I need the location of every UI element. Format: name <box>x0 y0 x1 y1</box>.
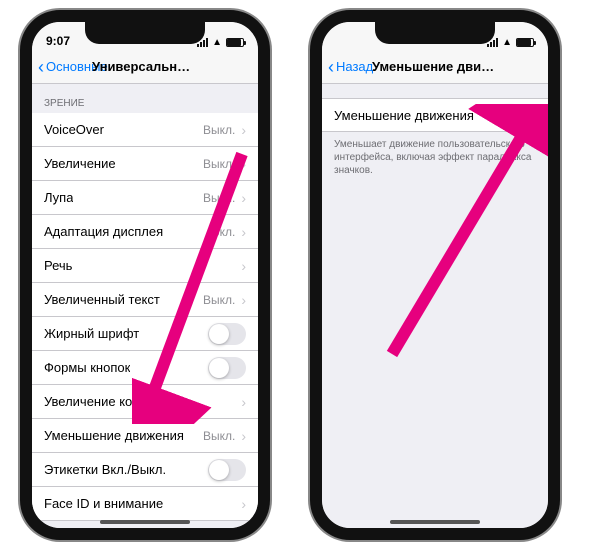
chevron-left-icon: ‹ <box>328 58 334 76</box>
chevron-right-icon: › <box>241 156 246 172</box>
row-button-shapes[interactable]: Формы кнопок <box>32 351 258 385</box>
section-vision: ЗРЕНИЕ <box>32 84 258 113</box>
footer-description: Уменьшает движение пользовательского инт… <box>322 132 548 183</box>
chevron-right-icon: › <box>241 394 246 410</box>
row-magnifier[interactable]: Лупа Выкл.› <box>32 181 258 215</box>
chevron-right-icon: › <box>241 428 246 444</box>
content[interactable]: ЗРЕНИЕ VoiceOver Выкл.› Увеличение Выкл.… <box>32 84 258 528</box>
battery-icon <box>226 38 244 47</box>
home-indicator[interactable] <box>100 520 190 524</box>
row-display[interactable]: Адаптация дисплея Вкл.› <box>32 215 258 249</box>
row-speech[interactable]: Речь › <box>32 249 258 283</box>
back-label: Назад <box>336 59 373 74</box>
toggle[interactable] <box>208 357 246 379</box>
row-zoom[interactable]: Увеличение Выкл.› <box>32 147 258 181</box>
status-icons: ▲ <box>197 37 244 48</box>
phone-right: ▲ ‹ Назад Уменьшение движения Уменьшение… <box>310 10 560 540</box>
chevron-left-icon: ‹ <box>38 58 44 76</box>
wifi-icon: ▲ <box>212 37 222 48</box>
status-icons: ▲ <box>487 37 534 48</box>
row-voiceover[interactable]: VoiceOver Выкл.› <box>32 113 258 147</box>
content[interactable]: Уменьшение движения Уменьшает движение п… <box>322 84 548 528</box>
chevron-right-icon: › <box>241 292 246 308</box>
back-button[interactable]: ‹ Основные <box>38 58 108 76</box>
row-onoff-labels[interactable]: Этикетки Вкл./Выкл. <box>32 453 258 487</box>
chevron-right-icon: › <box>241 258 246 274</box>
battery-icon <box>516 38 534 47</box>
row-bold-text[interactable]: Жирный шрифт <box>32 317 258 351</box>
toggle[interactable] <box>208 459 246 481</box>
chevron-right-icon: › <box>241 122 246 138</box>
wifi-icon: ▲ <box>502 37 512 48</box>
chevron-right-icon: › <box>241 224 246 240</box>
nav-bar: ‹ Основные Универсальный доступ <box>32 50 258 84</box>
row-contrast[interactable]: Увеличение контраста › <box>32 385 258 419</box>
toggle[interactable] <box>208 323 246 345</box>
nav-bar: ‹ Назад Уменьшение движения <box>322 50 548 84</box>
row-reduce-motion[interactable]: Уменьшение движения <box>322 98 548 132</box>
clock: 9:07 <box>46 34 70 48</box>
phone-left: 9:07 ▲ ‹ Основные Универсальный доступ З… <box>20 10 270 540</box>
notch <box>375 22 495 44</box>
row-large-text[interactable]: Увеличенный текст Выкл.› <box>32 283 258 317</box>
home-indicator[interactable] <box>390 520 480 524</box>
chevron-right-icon: › <box>241 190 246 206</box>
chevron-right-icon: › <box>241 496 246 512</box>
row-faceid[interactable]: Face ID и внимание › <box>32 487 258 521</box>
row-reduce-motion[interactable]: Уменьшение движения Выкл.› <box>32 419 258 453</box>
back-label: Основные <box>46 59 108 74</box>
toggle[interactable] <box>498 104 536 126</box>
notch <box>85 22 205 44</box>
back-button[interactable]: ‹ Назад <box>328 58 373 76</box>
